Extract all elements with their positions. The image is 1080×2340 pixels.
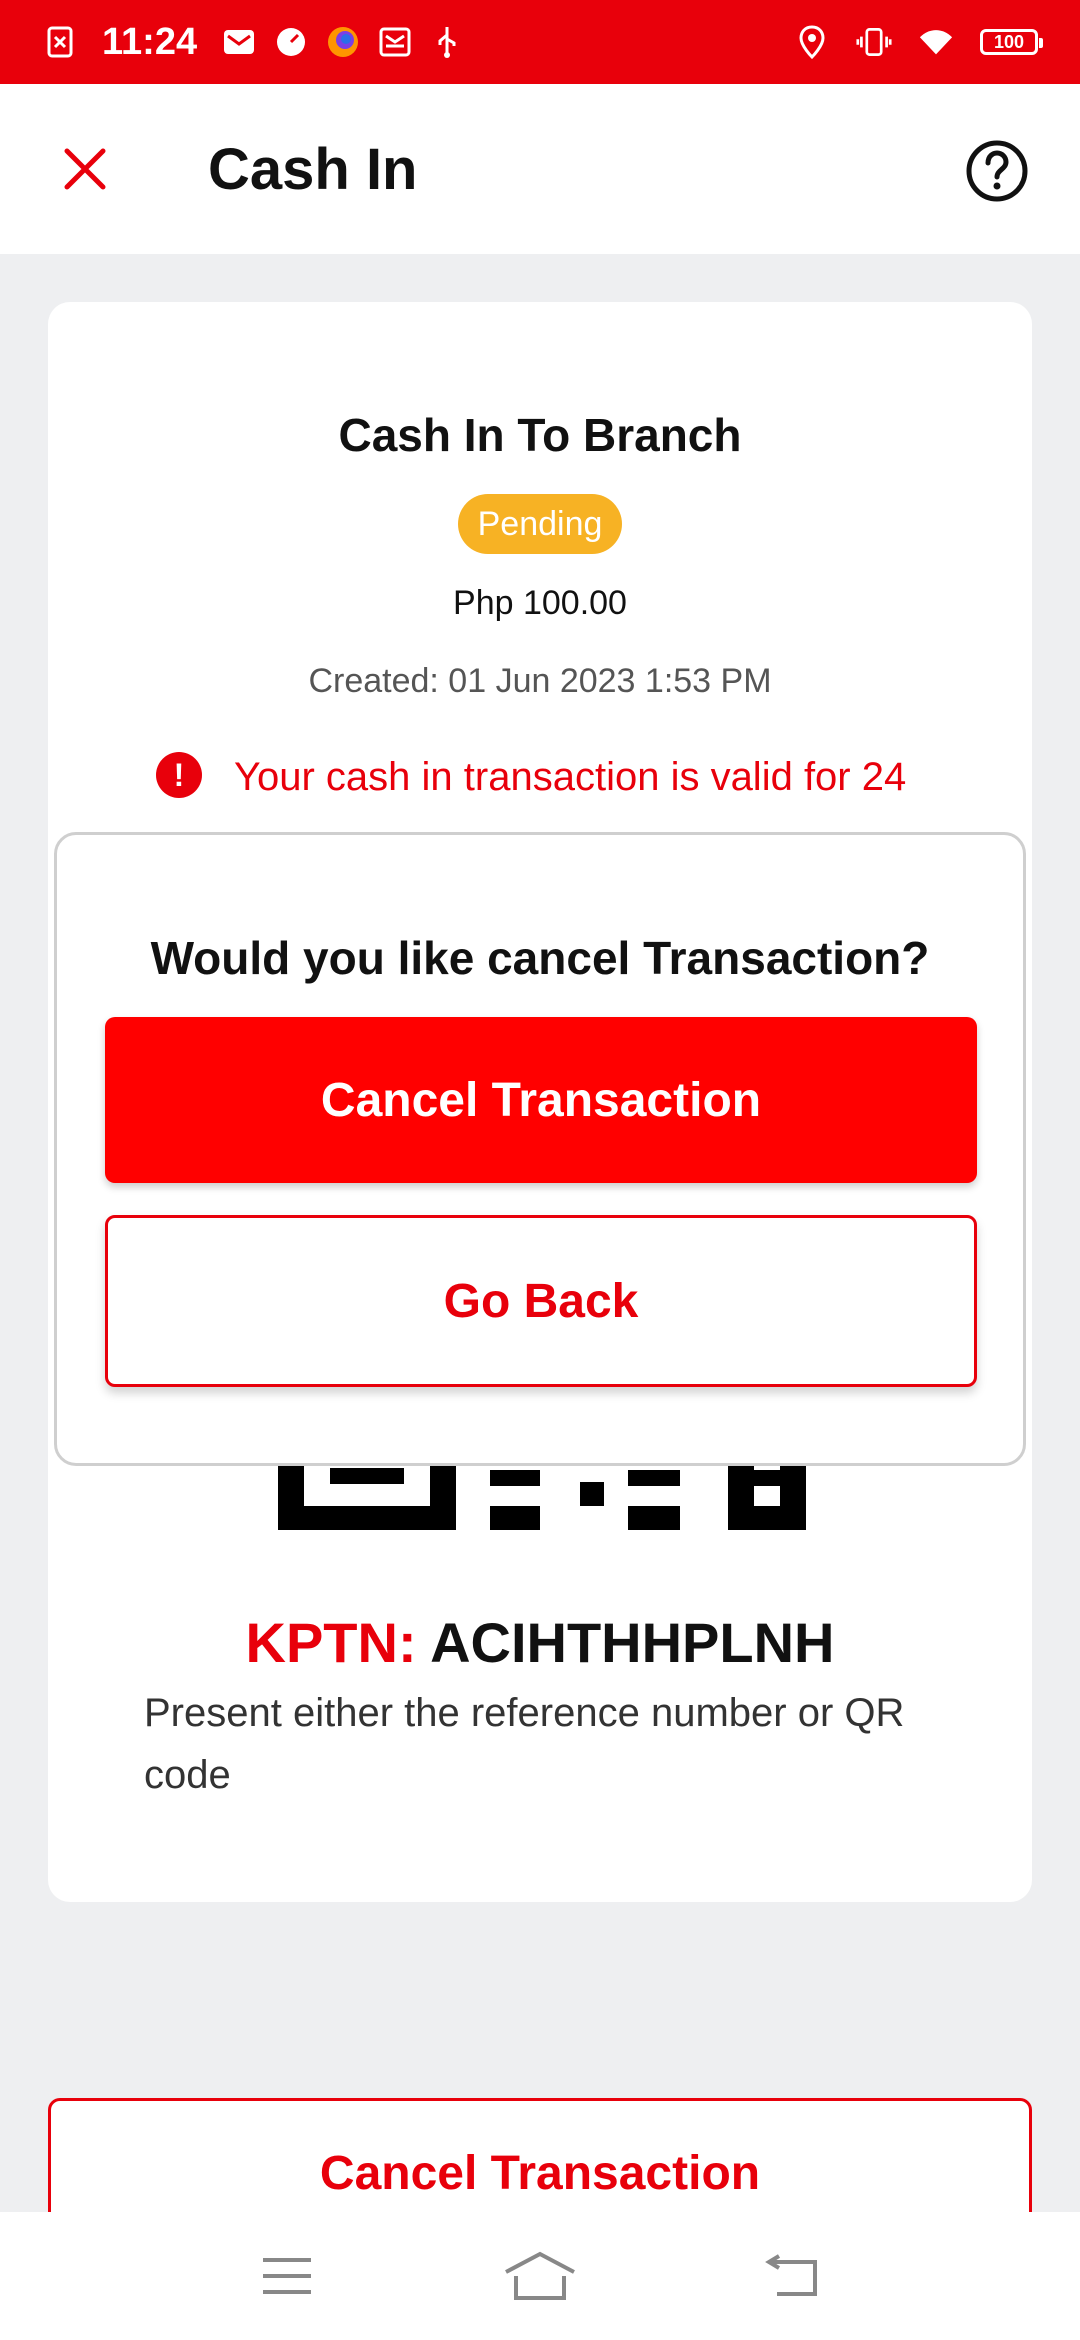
speed-icon: [273, 24, 309, 60]
alert-icon: !: [156, 752, 202, 798]
page-title: Cash In: [208, 137, 418, 202]
screenshot-icon: [42, 24, 78, 60]
home-icon: [505, 2251, 575, 2300]
inbox-icon: [377, 24, 413, 60]
amount: Php 100.00: [453, 584, 627, 622]
kptn-label: KPTN:: [245, 1611, 417, 1674]
help-icon: [966, 140, 1028, 202]
location-icon: [794, 24, 830, 60]
validity-warning-text: Your cash in transaction is valid for 24: [234, 755, 907, 799]
status-time: 11:24: [102, 20, 198, 63]
firefox-icon: [325, 24, 361, 60]
usb-icon: [429, 24, 465, 60]
created-date: Created: 01 Jun 2023 1:53 PM: [308, 662, 772, 700]
kptn-reference: KPTN: ACIHTHHPLNH: [48, 1610, 1032, 1675]
system-nav-bar: [0, 2212, 1080, 2340]
home-button[interactable]: [500, 2236, 580, 2316]
card-title: Cash In To Branch: [338, 409, 742, 461]
dialog-title: Would you like cancel Transaction?: [150, 932, 930, 984]
help-button[interactable]: [964, 138, 1030, 204]
status-badge: Pending: [458, 494, 622, 554]
close-button[interactable]: [50, 134, 120, 204]
kptn-value: ACIHTHHPLNH: [430, 1611, 835, 1674]
cancel-confirmation-dialog: Would you like cancel Transaction? Cance…: [54, 832, 1026, 1466]
vibrate-icon: [856, 24, 892, 60]
qr-code: [278, 1462, 806, 1530]
confirm-cancel-button[interactable]: Cancel Transaction: [105, 1017, 977, 1183]
go-back-button[interactable]: Go Back: [105, 1215, 977, 1387]
app-header: Cash In: [0, 84, 1080, 254]
battery-icon: 100: [980, 29, 1043, 55]
wifi-icon: [918, 24, 954, 60]
menu-icon: [262, 2258, 311, 2294]
status-bar: 11:24 100: [0, 0, 1080, 84]
mail-icon: [221, 24, 257, 60]
status-right: 100: [794, 24, 1043, 60]
menu-button[interactable]: [247, 2236, 327, 2316]
validity-warning: ! Your cash in transaction is valid for …: [156, 748, 996, 806]
reference-note: Present either the reference number or Q…: [144, 1691, 905, 1797]
back-icon: [765, 2254, 818, 2296]
back-button[interactable]: [753, 2236, 833, 2316]
close-icon: [64, 148, 106, 190]
status-left: 11:24: [42, 21, 465, 64]
